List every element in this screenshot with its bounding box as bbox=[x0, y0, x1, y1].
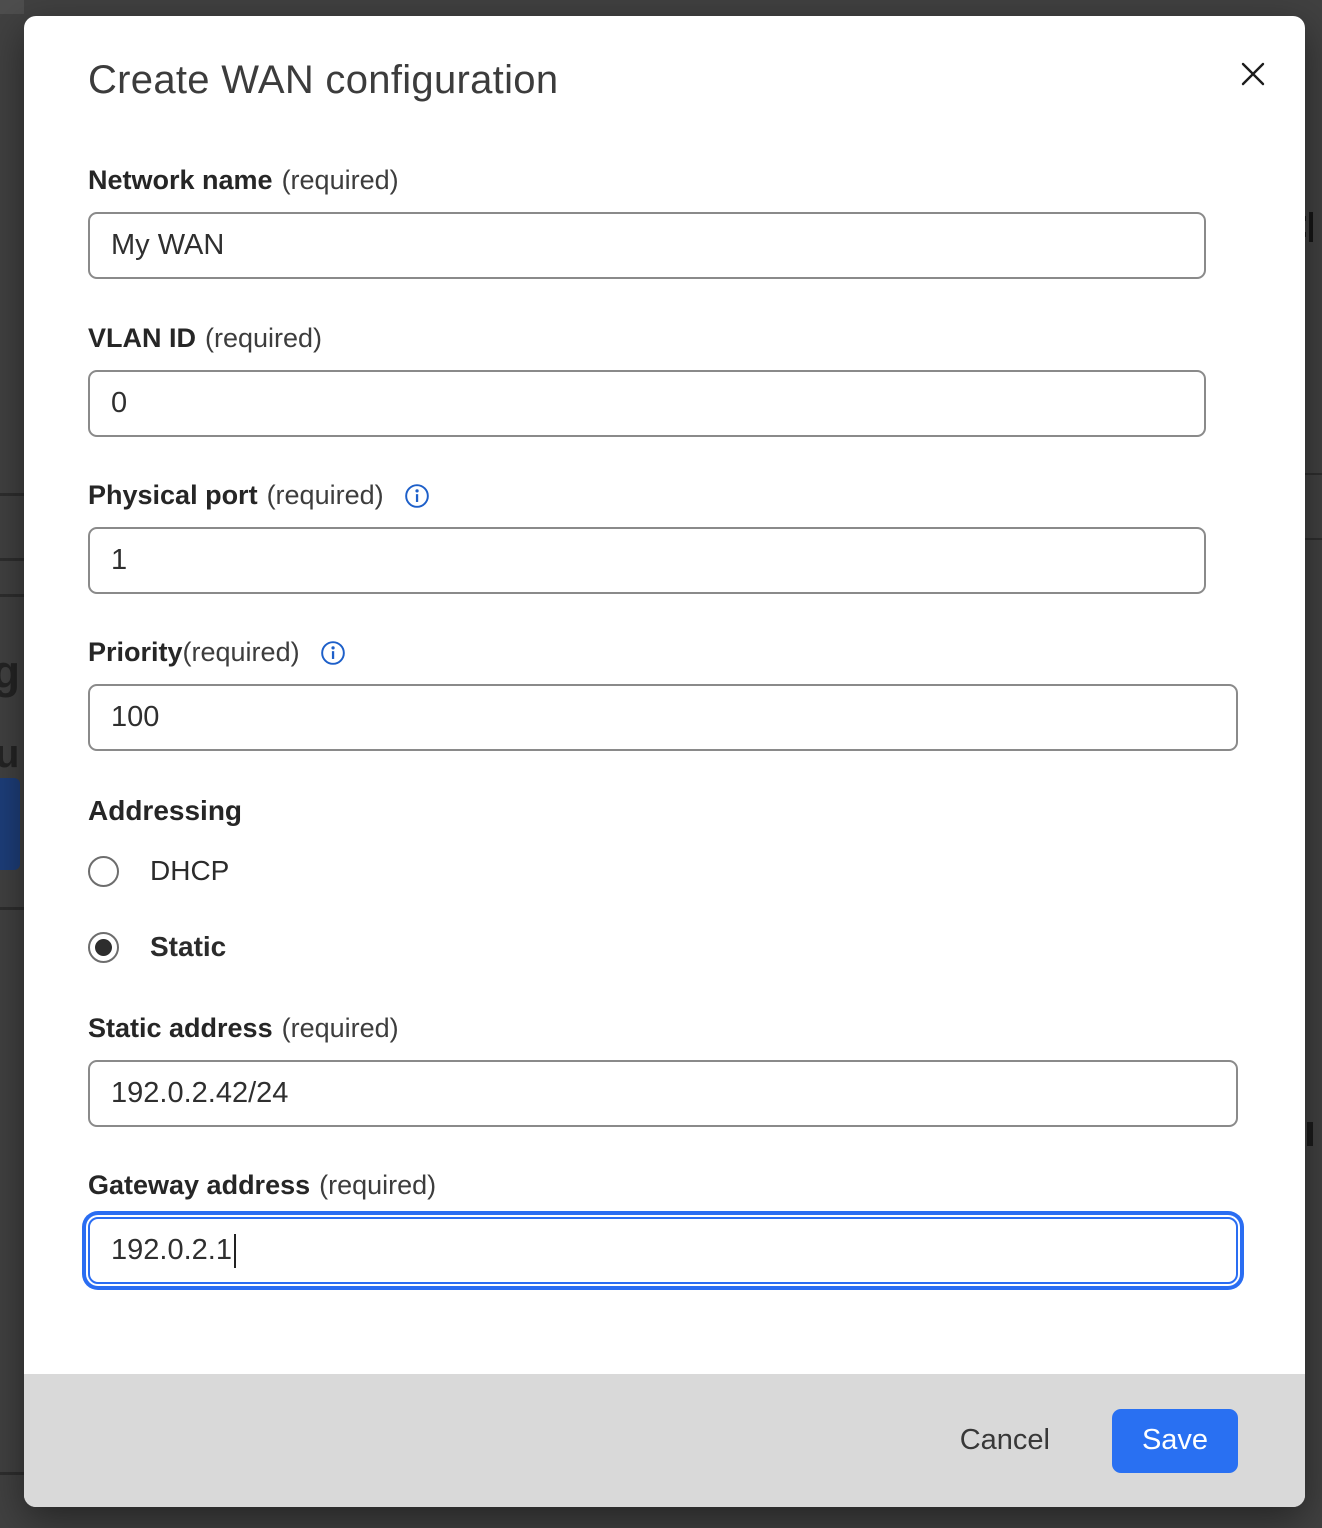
background-artifact bbox=[0, 0, 24, 14]
background-divider bbox=[0, 558, 24, 561]
radio-unselected-icon[interactable] bbox=[88, 856, 119, 887]
background-divider bbox=[1305, 538, 1322, 540]
priority-label: Priority bbox=[88, 637, 183, 668]
static-address-label: Static address bbox=[88, 1013, 273, 1044]
cancel-button[interactable]: Cancel bbox=[946, 1414, 1064, 1467]
text-cursor bbox=[234, 1234, 236, 1268]
info-icon[interactable] bbox=[404, 483, 430, 509]
priority-group: Priority (required) 100 bbox=[88, 637, 1305, 751]
required-hint: (required) bbox=[205, 323, 322, 354]
static-address-input[interactable]: 192.0.2.42/24 bbox=[88, 1060, 1238, 1127]
dialog-footer: Cancel Save bbox=[24, 1374, 1305, 1507]
vlan-id-value: 0 bbox=[111, 387, 127, 420]
physical-port-label: Physical port bbox=[88, 480, 258, 511]
info-icon[interactable] bbox=[320, 640, 346, 666]
background-divider bbox=[0, 1472, 24, 1475]
required-hint: (required) bbox=[282, 1013, 399, 1044]
required-hint: (required) bbox=[183, 637, 300, 668]
required-hint: (required) bbox=[282, 165, 399, 196]
vlan-id-group: VLAN ID (required) 0 bbox=[88, 323, 1305, 437]
gateway-address-group: Gateway address (required) 192.0.2.1 bbox=[88, 1170, 1305, 1284]
static-address-value: 192.0.2.42/24 bbox=[111, 1077, 288, 1110]
addressing-option-static[interactable]: Static bbox=[88, 931, 1305, 963]
dhcp-option-label: DHCP bbox=[150, 855, 229, 887]
radio-dot bbox=[95, 939, 112, 956]
screen: g u Create WAN configuration Network nam… bbox=[0, 0, 1322, 1528]
addressing-section: Addressing DHCP Static bbox=[88, 795, 1305, 963]
gateway-address-label: Gateway address bbox=[88, 1170, 310, 1201]
physical-port-group: Physical port (required) 1 bbox=[88, 480, 1305, 594]
network-name-group: Network name (required) My WAN bbox=[88, 165, 1305, 279]
background-text-fragment bbox=[1309, 212, 1313, 242]
background-divider bbox=[0, 594, 24, 597]
background-text-fragment: u bbox=[0, 732, 19, 777]
gateway-address-value: 192.0.2.1 bbox=[111, 1234, 232, 1267]
gateway-address-input[interactable]: 192.0.2.1 bbox=[88, 1217, 1238, 1284]
priority-value: 100 bbox=[111, 701, 159, 734]
physical-port-value: 1 bbox=[111, 544, 127, 577]
close-icon bbox=[1234, 55, 1272, 93]
physical-port-input[interactable]: 1 bbox=[88, 527, 1206, 594]
priority-input[interactable]: 100 bbox=[88, 684, 1238, 751]
required-hint: (required) bbox=[319, 1170, 436, 1201]
required-hint: (required) bbox=[267, 480, 384, 511]
background-divider bbox=[1305, 473, 1322, 475]
network-name-label: Network name bbox=[88, 165, 273, 196]
background-button-fragment bbox=[0, 778, 20, 870]
network-name-value: My WAN bbox=[111, 229, 224, 262]
background-divider bbox=[0, 493, 24, 496]
save-button[interactable]: Save bbox=[1112, 1409, 1238, 1473]
static-address-group: Static address (required) 192.0.2.42/24 bbox=[88, 1013, 1305, 1127]
background-text-fragment: g bbox=[0, 645, 20, 699]
dialog-title: Create WAN configuration bbox=[88, 58, 1305, 103]
addressing-option-dhcp[interactable]: DHCP bbox=[88, 855, 1305, 887]
static-option-label: Static bbox=[150, 931, 226, 963]
background-divider bbox=[0, 907, 24, 910]
radio-selected-icon[interactable] bbox=[88, 932, 119, 963]
close-button[interactable] bbox=[1231, 52, 1275, 96]
addressing-heading: Addressing bbox=[88, 795, 1305, 827]
vlan-id-label: VLAN ID bbox=[88, 323, 196, 354]
create-wan-dialog: Create WAN configuration Network name (r… bbox=[24, 16, 1305, 1507]
network-name-input[interactable]: My WAN bbox=[88, 212, 1206, 279]
vlan-id-input[interactable]: 0 bbox=[88, 370, 1206, 437]
background-text-fragment bbox=[1307, 1122, 1313, 1146]
